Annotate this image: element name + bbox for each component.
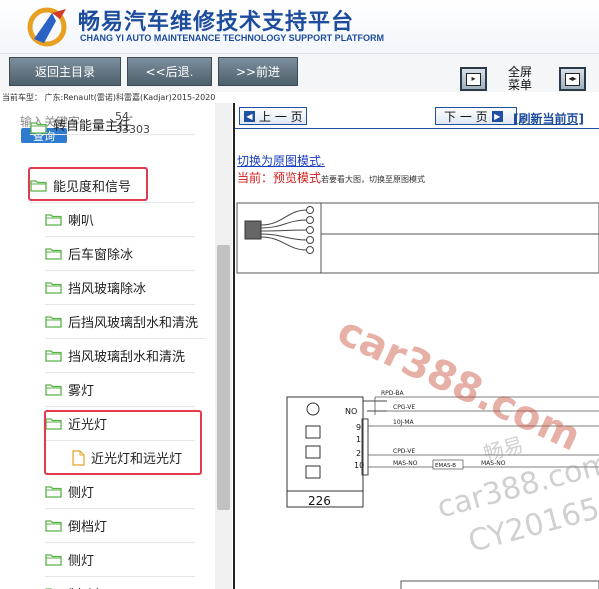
expand-arrows-icon: ◂▸: [565, 72, 580, 86]
folder-icon: [30, 122, 47, 134]
svg-text:NO: NO: [345, 407, 357, 416]
logo-icon: [27, 7, 67, 47]
left-tree-panel: 输入关键字 54- 33303 查询 转自能量主任 能见度和信号 喇叭 后车窗除冰 挡风…: [0, 103, 232, 589]
tree-item[interactable]: 挡风玻璃刮水和清洗: [45, 339, 195, 373]
expand-button[interactable]: ◂▸: [559, 67, 586, 91]
tree-item-label: 雾灯: [68, 384, 95, 399]
folder-icon: [45, 520, 62, 532]
folder-icon: [45, 282, 62, 294]
svg-text:CPD-VE: CPD-VE: [393, 448, 415, 455]
folder-icon: [45, 214, 62, 226]
refresh-link[interactable]: [刷新当前页]: [513, 110, 584, 127]
highlight-box: [44, 410, 202, 475]
app-header: 畅易汽车维修技术支持平台 CHANG YI AUTO MAINTENANCE T…: [0, 0, 599, 54]
svg-text:CPG-VE: CPG-VE: [393, 404, 415, 411]
car-model-info: 当前车型： 广东:Renault(雷诺)科雷嘉(Kadjar)2015-2020: [2, 93, 216, 102]
tree-item-label: 后车窗除冰: [68, 248, 134, 263]
svg-text:RPD-BA: RPD-BA: [381, 390, 404, 397]
app-subtitle: CHANG YI AUTO MAINTENANCE TECHNOLOGY SUP…: [80, 33, 385, 43]
tree-item-label: 转自能量主任: [53, 119, 132, 134]
toolbar: 返回主目录 <<后退. >>前进 ▸ 全屏 菜单 ◂▸: [0, 54, 599, 92]
folder-icon: [45, 486, 62, 498]
svg-text:1: 1: [356, 435, 361, 444]
tree-item[interactable]: 转自能量主任: [30, 115, 195, 135]
svg-text:10J-MA: 10J-MA: [393, 419, 415, 426]
diagram-viewer: ◀ 上 一 页 下 一 页 ▶ [刷新当前页] 切换为原图模式. 当前：预览模式…: [235, 103, 599, 589]
arrow-right-icon: ▶: [491, 110, 503, 122]
svg-text:10: 10: [354, 461, 364, 470]
svg-text:2: 2: [356, 449, 361, 458]
viewer-toolbar: ◀ 上 一 页 下 一 页 ▶ [刷新当前页]: [235, 103, 599, 129]
tree-item[interactable]: 雾灯: [45, 373, 195, 407]
mode-status: 当前：预览模式若要看大图，切换至原图模式: [237, 171, 426, 185]
tree-item-label: 挡风玻璃刮水和清洗: [68, 350, 186, 365]
tree-item-label: 倒档灯: [68, 520, 108, 535]
tree-item[interactable]: 喇叭: [45, 203, 195, 237]
arrow-left-icon: ◀: [244, 110, 255, 122]
app-title: 畅易汽车维修技术支持平台: [78, 10, 355, 35]
collapse-left-button[interactable]: ▸: [460, 67, 487, 91]
tree-item[interactable]: 后车窗除冰: [45, 237, 195, 271]
svg-text:MAS-NO: MAS-NO: [393, 460, 418, 467]
folder-icon: [45, 350, 62, 362]
scrollbar-thumb[interactable]: [217, 245, 230, 510]
arrow-right-icon: ▸: [466, 72, 481, 86]
prev-page-button[interactable]: ◀ 上 一 页: [239, 107, 307, 125]
forward-button[interactable]: >>前进: [218, 57, 298, 86]
home-button[interactable]: 返回主目录: [9, 57, 121, 86]
tree-item-label: 制动灯: [68, 584, 107, 589]
tree-item-label: 喇叭: [68, 214, 95, 229]
tree-item[interactable]: 后挡风玻璃刮水和清洗: [45, 305, 205, 339]
tree-item[interactable]: 侧灯: [45, 543, 195, 577]
svg-text:EMAS-B: EMAS-B: [435, 463, 456, 469]
folder-icon: [45, 384, 62, 396]
tree-item-label: 挡风玻璃除冰: [68, 282, 147, 297]
fullscreen-menu-label[interactable]: 全屏 菜单: [500, 66, 540, 92]
tree-item[interactable]: 倒档灯: [45, 509, 195, 543]
svg-text:9: 9: [356, 423, 361, 432]
highlight-box: [28, 167, 148, 201]
tree-item-label: 后挡风玻璃刮水和清洗: [68, 316, 199, 331]
tree-item-label: 侧灯: [68, 554, 95, 569]
tree-item[interactable]: 挡风玻璃除冰: [45, 271, 195, 305]
folder-icon: [45, 316, 62, 328]
folder-icon: [45, 554, 62, 566]
folder-icon: [45, 248, 62, 260]
tree-item[interactable]: 制动灯: [45, 577, 195, 589]
back-button[interactable]: <<后退.: [127, 57, 212, 86]
next-page-button[interactable]: 下 一 页 ▶: [435, 107, 517, 125]
switch-mode-link[interactable]: 切换为原图模式.: [237, 152, 325, 169]
svg-text:226: 226: [308, 494, 331, 508]
tree-item[interactable]: 侧灯: [45, 475, 195, 509]
tree-item-label: 侧灯: [68, 486, 95, 501]
